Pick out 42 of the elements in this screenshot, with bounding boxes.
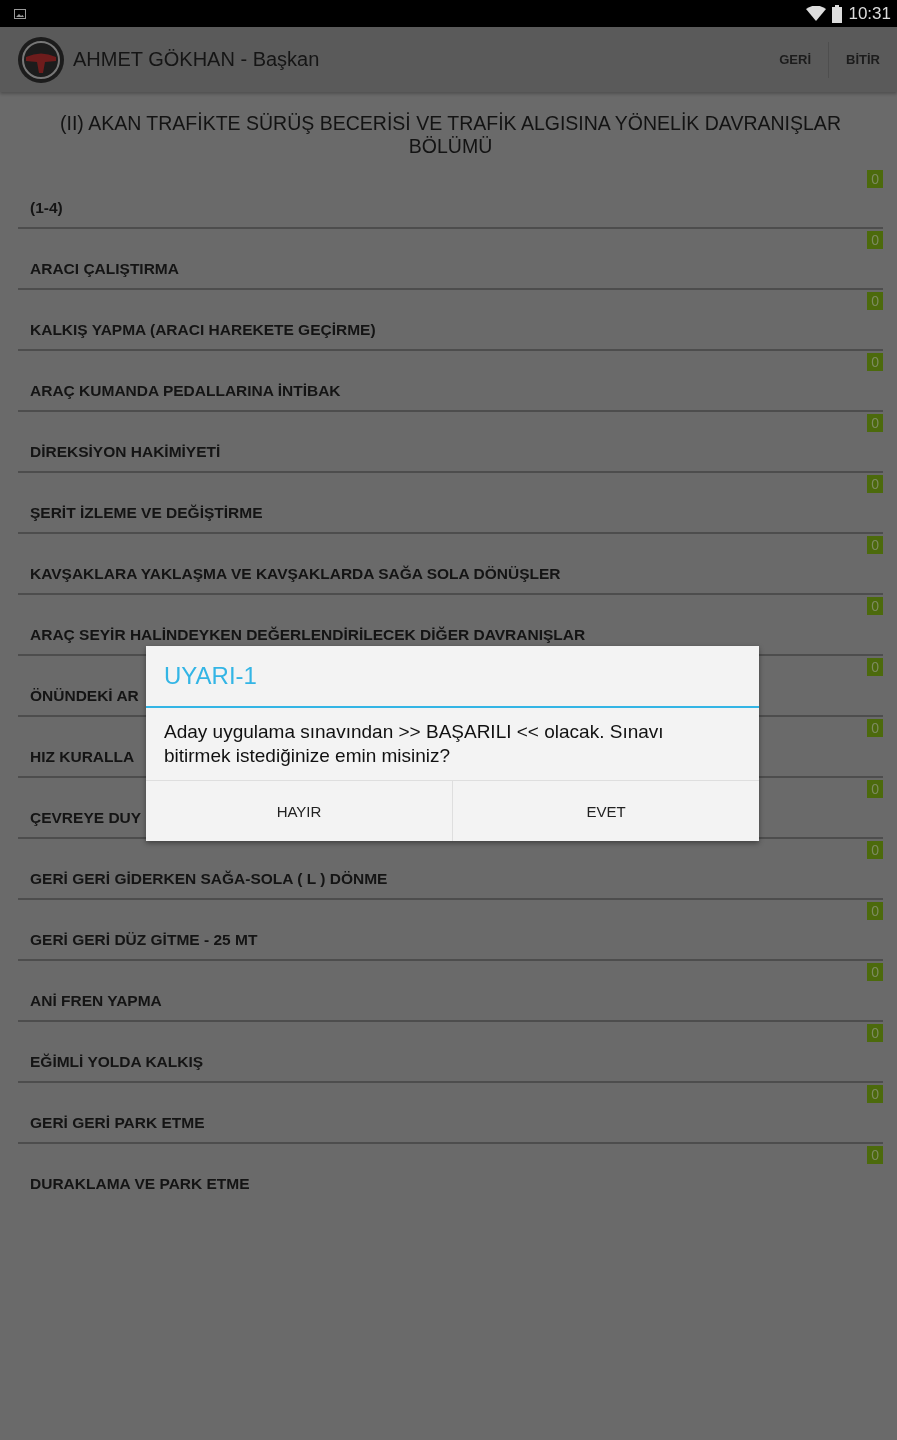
dialog-message: Aday uygulama sınavından >> BAŞARILI << olacak. Sınavı bitirmek istediğinize emin misiniz? [146, 708, 759, 781]
score-badge: 0 [867, 170, 883, 188]
dialog-button[interactable]: EVET [452, 781, 759, 841]
list-item[interactable]: ARACI ÇALIŞTIRMA 0 [18, 229, 883, 290]
score-badge: 0 [867, 1085, 883, 1103]
image-icon [14, 8, 26, 19]
list-item[interactable]: KAVŞAKLARA YAKLAŞMA VE KAVŞAKLARDA SAĞA SOLA DÖNÜŞLER 0 [18, 534, 883, 595]
score-badge: 0 [867, 1024, 883, 1042]
list-item[interactable]: EĞİMLİ YOLDA KALKIŞ 0 [18, 1022, 883, 1083]
list-item[interactable]: ANİ FREN YAPMA 0 [18, 961, 883, 1022]
app-title: AHMET GÖKHAN - Başkan [73, 48, 320, 71]
battery-icon [832, 4, 843, 23]
score-badge: 0 [867, 475, 883, 493]
score-badge: 0 [867, 414, 883, 432]
score-badge: 0 [867, 719, 883, 737]
score-badge: 0 [867, 231, 883, 249]
score-badge: 0 [867, 963, 883, 981]
list-item[interactable]: GERİ GERİ PARK ETME 0 [18, 1083, 883, 1144]
action-button[interactable]: BİTİR [829, 27, 897, 92]
wifi-icon [806, 6, 827, 21]
score-badge: 0 [867, 292, 883, 310]
score-badge: 0 [867, 353, 883, 371]
score-badge: 0 [867, 841, 883, 859]
score-badge: 0 [867, 1146, 883, 1164]
action-button[interactable]: GERİ [762, 27, 829, 92]
list-item[interactable]: KALKIŞ YAPMA (ARACI HAREKETE GEÇİRME) 0 [18, 290, 883, 351]
list-item[interactable]: ŞERİT İZLEME VE DEĞİŞTİRME 0 [18, 473, 883, 534]
section-title: (II) AKAN TRAFİKTE SÜRÜŞ BECERİSİ VE TRAFİK ALGISINA YÖNELİK DAVRANIŞLAR BÖLÜMÜ [59, 111, 842, 159]
list-item[interactable]: (1-4) 0 [18, 168, 883, 229]
list-item[interactable]: DİREKSİYON HAKİMİYETİ 0 [18, 412, 883, 473]
steering-wheel-icon [17, 35, 65, 84]
score-badge: 0 [867, 597, 883, 615]
list-item[interactable]: GERİ GERİ DÜZ GİTME - 25 MT 0 [18, 900, 883, 961]
score-badge: 0 [867, 536, 883, 554]
dialog-button[interactable]: HAYIR [146, 781, 452, 841]
score-badge: 0 [867, 658, 883, 676]
list-item[interactable]: DURAKLAMA VE PARK ETME 0 [18, 1144, 883, 1203]
clock-time: 10:31 [848, 3, 891, 24]
score-badge: 0 [867, 902, 883, 920]
dialog-title: UYARI-1 [146, 646, 759, 708]
score-badge: 0 [867, 780, 883, 798]
list-item[interactable]: ARAÇ KUMANDA PEDALLARINA İNTİBAK 0 [18, 351, 883, 412]
